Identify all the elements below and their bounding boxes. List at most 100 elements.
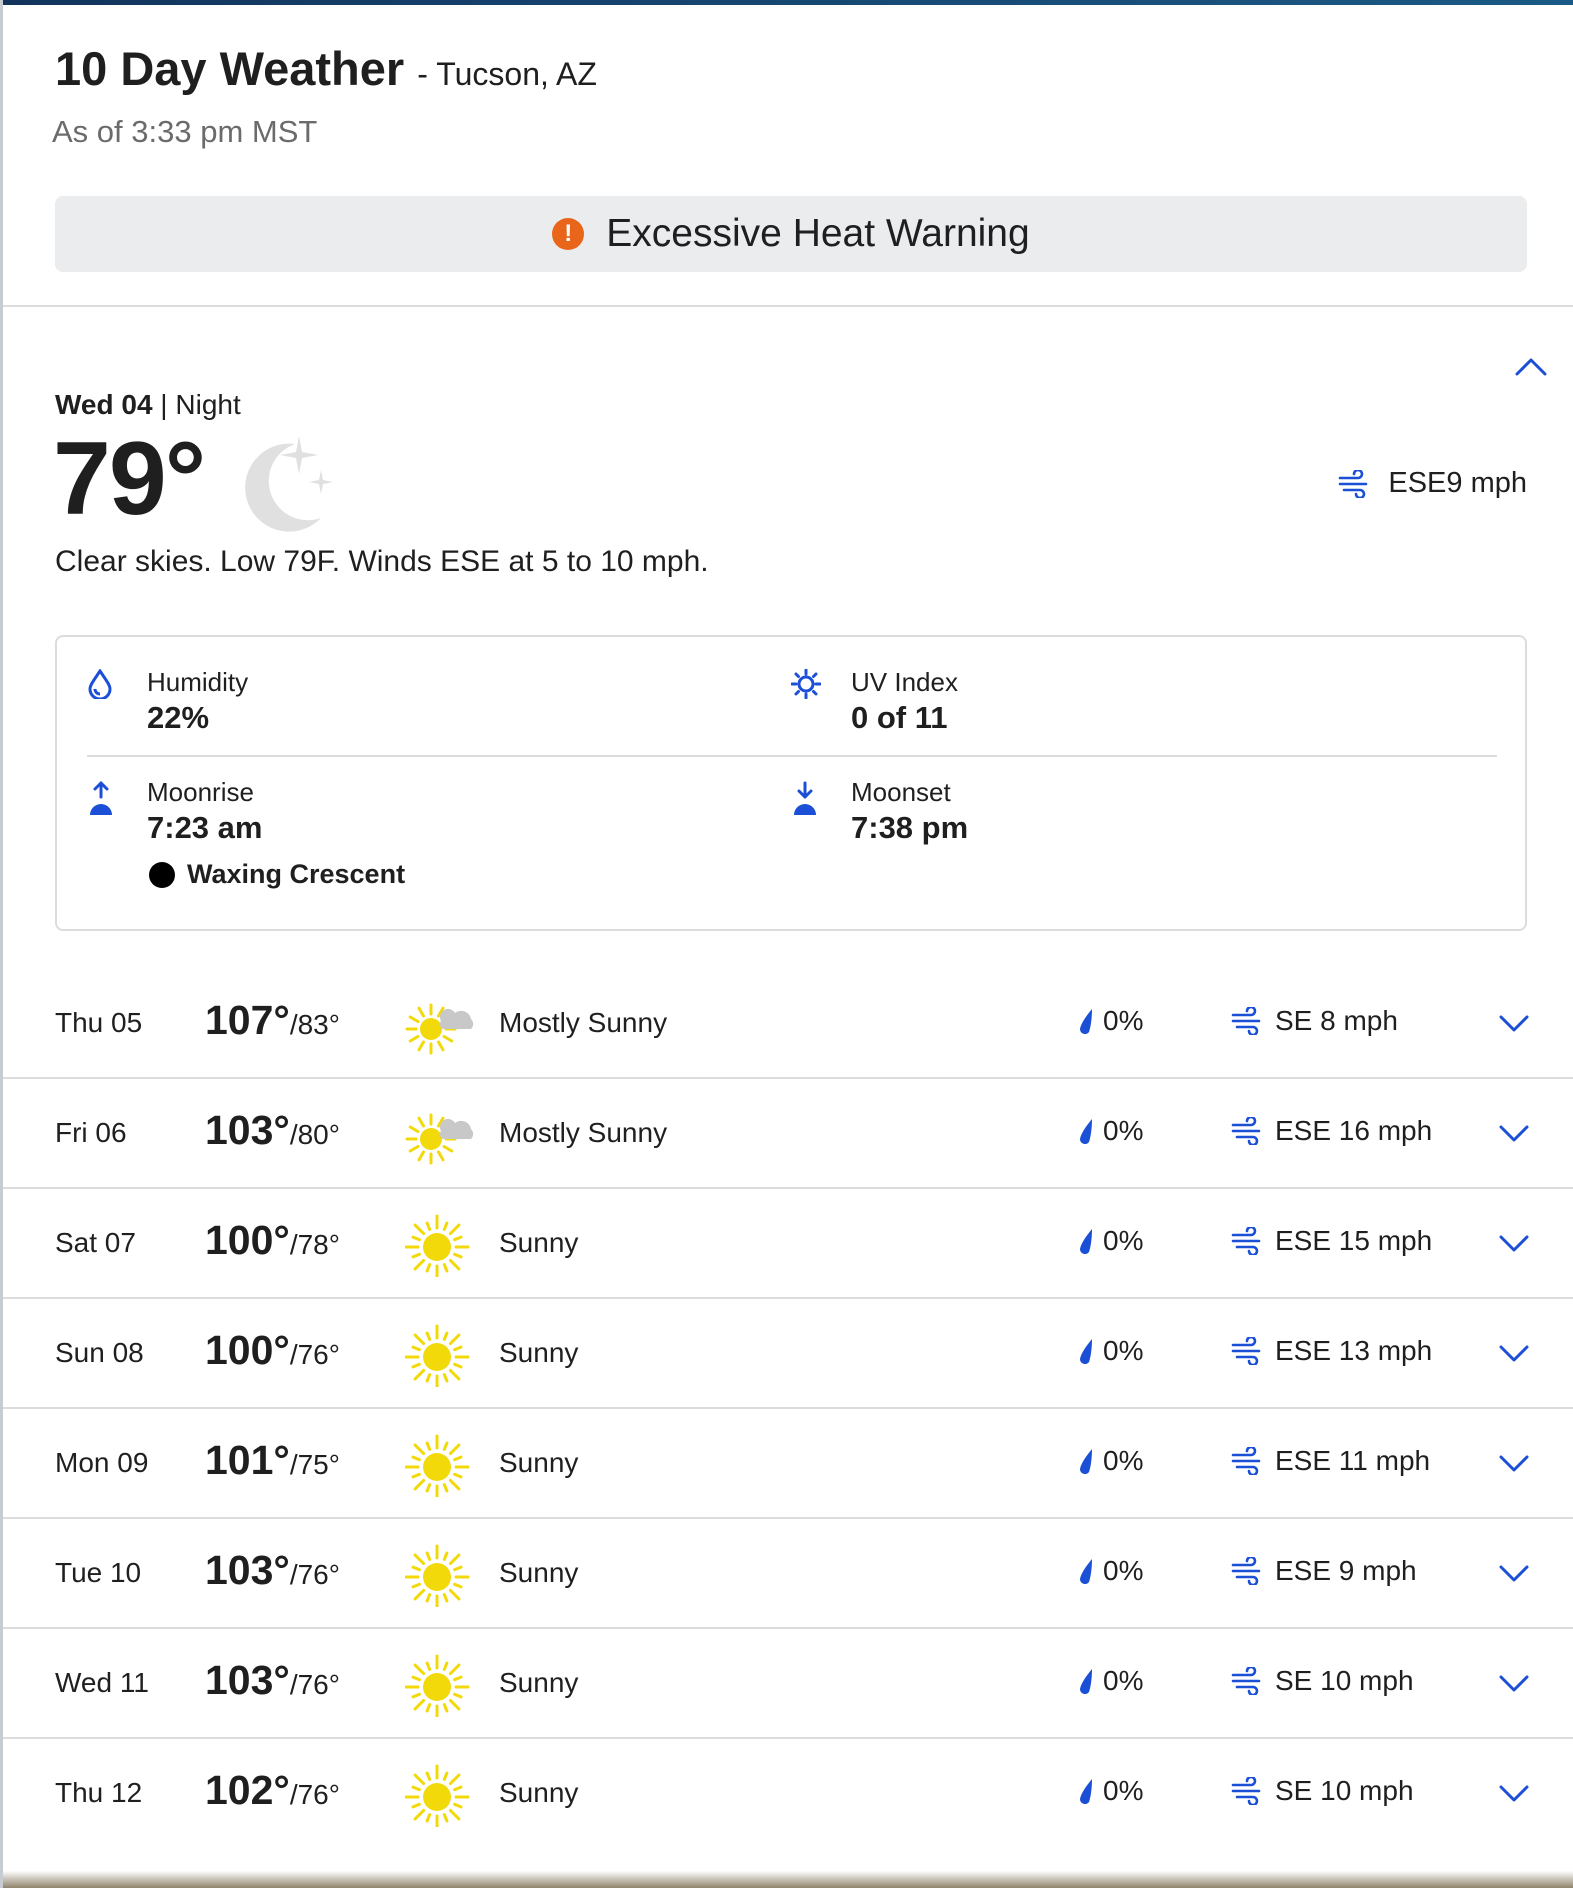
forecast-wind: ESE 16 mph xyxy=(1231,1115,1432,1147)
forecast-high: 100° xyxy=(205,1217,290,1263)
rain-drop-icon xyxy=(1080,1009,1092,1034)
precip-value: 0% xyxy=(1103,1445,1144,1476)
rain-drop-icon xyxy=(1080,1449,1092,1474)
forecast-precip: 0% xyxy=(1077,1665,1143,1697)
chevron-down-icon[interactable] xyxy=(1497,1781,1531,1805)
wind-icon xyxy=(1231,1667,1261,1695)
rain-drop-icon xyxy=(1080,1119,1092,1144)
precip-value: 0% xyxy=(1103,1555,1144,1586)
chevron-up-icon[interactable] xyxy=(1511,350,1551,384)
forecast-day: Mon 09 xyxy=(55,1447,149,1478)
forecast-high: 107° xyxy=(205,997,290,1043)
rain-drop-icon xyxy=(1080,1779,1092,1804)
moonset-detail: Moonset 7:38 pm xyxy=(791,777,968,846)
mostly-sunny-icon xyxy=(405,1113,474,1165)
forecast-precip: 0% xyxy=(1077,1225,1143,1257)
moonrise-value: 7:23 am xyxy=(147,810,263,845)
heat-warning-alert[interactable]: ! Excessive Heat Warning xyxy=(55,196,1527,272)
chevron-down-icon[interactable] xyxy=(1497,1231,1531,1255)
uv-sun-icon xyxy=(790,668,822,700)
humidity-label: Humidity xyxy=(147,667,249,697)
forecast-low: /76° xyxy=(289,1339,340,1370)
forecast-condition: Sunny xyxy=(499,1667,579,1698)
forecast-wind: SE 10 mph xyxy=(1231,1665,1414,1697)
details-divider xyxy=(87,755,1497,757)
chevron-down-icon[interactable] xyxy=(1497,1121,1531,1145)
forecast-wind: SE 8 mph xyxy=(1231,1005,1398,1037)
forecast-wind: ESE 11 mph xyxy=(1231,1445,1430,1477)
chevron-down-icon[interactable] xyxy=(1497,1671,1531,1695)
chevron-down-icon[interactable] xyxy=(1497,1341,1531,1365)
wind-icon xyxy=(1231,1777,1261,1805)
wind-icon xyxy=(1231,1557,1261,1585)
page-title-text: 10 Day Weather xyxy=(55,42,405,95)
forecast-day: Thu 12 xyxy=(55,1777,143,1808)
precip-value: 0% xyxy=(1103,1005,1144,1036)
timestamp: As of 3:33 pm MST xyxy=(52,114,318,149)
forecast-wind: ESE 15 mph xyxy=(1231,1225,1432,1257)
forecast-high: 100° xyxy=(205,1327,290,1373)
rain-drop-icon xyxy=(1080,1559,1092,1584)
forecast-wind: ESE 9 mph xyxy=(1231,1555,1417,1587)
forecast-row-tue-10[interactable]: Tue 10 103°/76° Sunny 0% ESE 9 mph xyxy=(3,1519,1573,1629)
uv-index-label: UV Index xyxy=(851,667,958,697)
current-narrative: Clear skies. Low 79F. Winds ESE at 5 to … xyxy=(55,545,709,578)
forecast-precip: 0% xyxy=(1077,1445,1143,1477)
precip-value: 0% xyxy=(1103,1335,1144,1366)
forecast-low: /80° xyxy=(289,1119,340,1150)
precip-value: 0% xyxy=(1103,1225,1144,1256)
wind-value: ESE 9 mph xyxy=(1275,1555,1417,1586)
forecast-row-mon-09[interactable]: Mon 09 101°/75° Sunny 0% ESE 11 mph xyxy=(3,1409,1573,1519)
uv-index-value: 0 of 11 xyxy=(851,700,948,735)
forecast-day: Tue 10 xyxy=(55,1557,142,1588)
sunny-icon xyxy=(405,1214,470,1277)
current-temperature: 79° xyxy=(53,421,206,537)
partial-forecast-row xyxy=(3,1845,1573,1888)
forecast-low: /76° xyxy=(289,1559,340,1590)
sunny-icon xyxy=(405,1544,470,1607)
forecast-condition: Sunny xyxy=(499,1447,579,1478)
moon-phase-icon xyxy=(149,861,175,888)
forecast-condition: Sunny xyxy=(499,1337,579,1368)
forecast-row-wed-11[interactable]: Wed 11 103°/76° Sunny 0% SE 10 mph xyxy=(3,1629,1573,1739)
forecast-row-sat-07[interactable]: Sat 07 100°/78° Sunny 0% ESE 15 mph xyxy=(3,1189,1573,1299)
forecast-day: Thu 05 xyxy=(55,1007,143,1038)
forecast-high: 101° xyxy=(205,1437,290,1483)
forecast-precip: 0% xyxy=(1077,1775,1143,1807)
current-wind: ESE9 mph xyxy=(1338,467,1527,500)
current-period: Night xyxy=(175,389,241,420)
location-name: - Tucson, AZ xyxy=(417,56,597,92)
chevron-down-icon[interactable] xyxy=(1497,1561,1531,1585)
forecast-row-thu-12[interactable]: Thu 12 102°/76° Sunny 0% SE 10 mph xyxy=(3,1739,1573,1849)
rain-drop-icon xyxy=(1080,1339,1092,1364)
moon-phase-label: Waxing Crescent xyxy=(187,859,406,889)
wind-icon xyxy=(1339,469,1368,498)
forecast-day: Fri 06 xyxy=(55,1117,127,1148)
wind-icon xyxy=(1231,1117,1261,1145)
forecast-temps: 100°/76° xyxy=(205,1327,340,1374)
sunny-icon xyxy=(405,1324,470,1387)
forecast-wind: ESE 13 mph xyxy=(1231,1335,1432,1367)
day-period-separator: | xyxy=(152,389,176,420)
forecast-row-fri-06[interactable]: Fri 06 103°/80° Mostly Sunny 0% ESE 16 m… xyxy=(3,1079,1573,1189)
forecast-temps: 100°/78° xyxy=(205,1217,340,1264)
forecast-day: Wed 11 xyxy=(55,1667,149,1698)
forecast-condition: Sunny xyxy=(499,1777,579,1808)
forecast-row-thu-05[interactable]: Thu 05 107°/83° Mostly Sunny 0% SE 8 mph xyxy=(3,969,1573,1079)
forecast-row-sun-08[interactable]: Sun 08 100°/76° Sunny 0% ESE 13 mph xyxy=(3,1299,1573,1409)
wind-value: ESE 16 mph xyxy=(1275,1115,1433,1146)
forecast-precip: 0% xyxy=(1077,1115,1143,1147)
humidity-value: 22% xyxy=(147,700,210,735)
chevron-down-icon[interactable] xyxy=(1497,1011,1531,1035)
chevron-down-icon[interactable] xyxy=(1497,1451,1531,1475)
page-title: 10 Day Weather - Tucson, AZ xyxy=(55,41,597,96)
wind-value: SE 10 mph xyxy=(1275,1665,1414,1696)
forecast-low: /76° xyxy=(289,1669,340,1700)
wind-icon xyxy=(1231,1007,1261,1035)
moonset-icon xyxy=(794,781,816,815)
forecast-condition: Mostly Sunny xyxy=(499,1117,668,1148)
forecast-precip: 0% xyxy=(1077,1555,1143,1587)
forecast-low: /76° xyxy=(289,1779,340,1810)
moonset-value: 7:38 pm xyxy=(851,810,969,845)
sunny-icon xyxy=(405,1654,470,1717)
